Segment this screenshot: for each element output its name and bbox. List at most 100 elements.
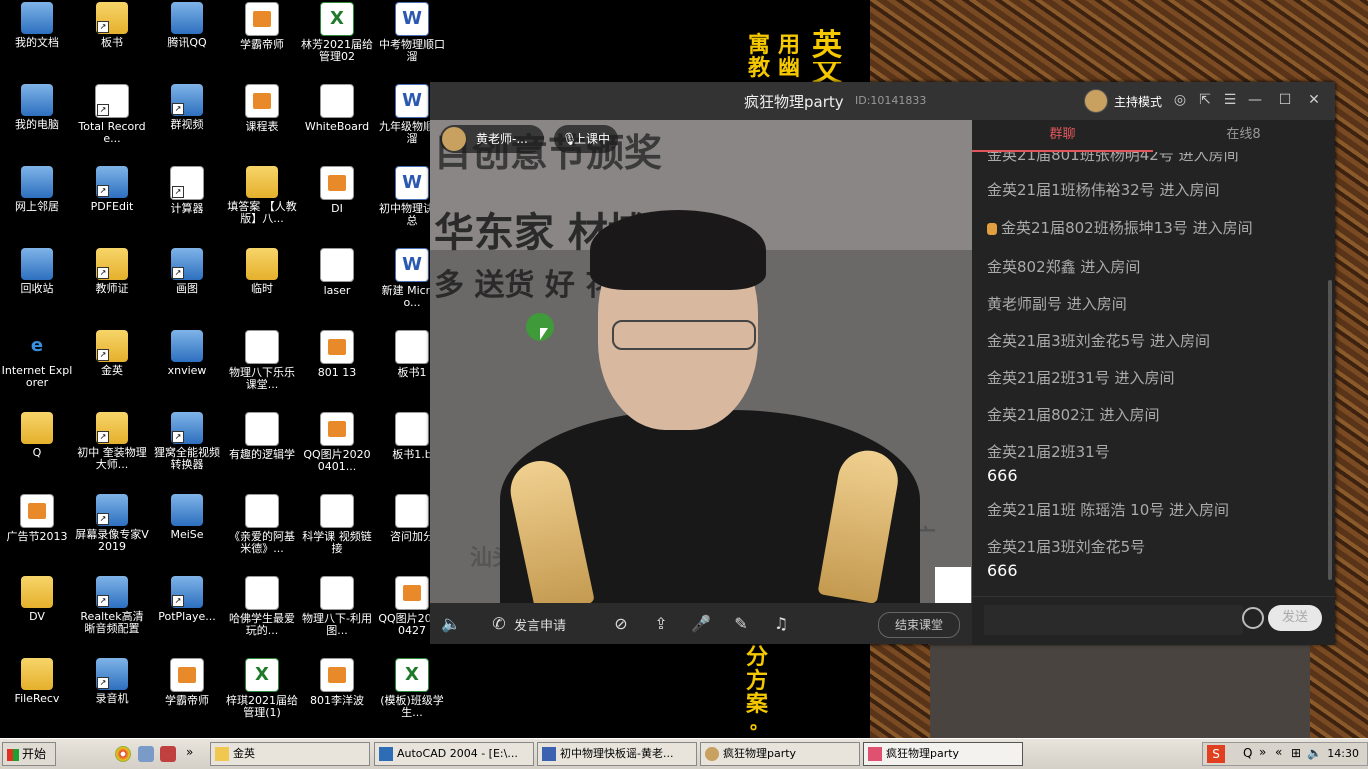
desktop-icon[interactable]: 学霸帝师 [225,2,299,51]
desktop-icon[interactable]: MeiSe [150,494,224,541]
music-icon[interactable]: ♫ [770,613,792,635]
teacher-video: 目创意节颁奖 华东家 材博览 多 送货 好 花钱省 汕头 华文广 黄老师-...… [430,120,972,603]
task-word-doc[interactable]: 初中物理快板谣-黄老... [537,742,697,766]
notepad-icon[interactable] [138,746,154,762]
desktop-icon[interactable]: 临时 [225,248,299,295]
start-button[interactable]: 开始 [2,742,56,766]
clock[interactable]: 14:30 [1327,747,1359,760]
desktop-icon[interactable]: X (模板)班级学生... [375,658,449,719]
network-icon[interactable]: ⊞ [1291,746,1301,760]
desktop-icon[interactable]: ↗ Realtek高清晰音频配置 [75,576,149,635]
desktop-icon[interactable]: ↗ 教师证 [75,248,149,295]
media-icon[interactable] [160,746,176,762]
desktop-icon[interactable]: DI [300,166,374,215]
task-autocad[interactable]: AutoCAD 2004 - [E:\... [374,742,534,766]
camera-off-icon[interactable]: ⊘ [610,613,632,635]
desktop-icon[interactable]: ↗ 群视频 [150,84,224,131]
desktop-icon[interactable]: 我的文档 [0,2,74,49]
tray-expand-icon[interactable]: » [1259,745,1266,759]
desktop-icon[interactable]: QQ图片20200401... [300,412,374,473]
host-avatar[interactable] [1084,89,1108,113]
microphone-icon[interactable]: 🎤 [690,613,712,635]
phone-icon[interactable]: ✆ [488,613,510,635]
emoji-icon[interactable] [1242,607,1264,629]
desktop-icon[interactable]: WhiteBoard [300,84,374,133]
desktop-icon[interactable]: 哈佛学生最爱玩的... [225,576,299,637]
desktop-icon[interactable]: 腾讯QQ [150,2,224,49]
folder-icon [215,747,229,761]
teacher-name-pill[interactable]: 黄老师-... [440,125,544,153]
windows-logo-icon [7,748,19,761]
desktop-icon[interactable]: 801李洋波 [300,658,374,707]
task-live-room[interactable]: 疯狂物理party [700,742,860,766]
end-class-button[interactable]: 结束课堂 [878,612,960,638]
host-mode-label[interactable]: 主持模式 [1114,93,1162,110]
desktop-icon-label: DV [29,610,45,623]
desktop-icon[interactable]: ↗ 录音机 [75,658,149,705]
volume-icon[interactable]: 🔈 [1307,746,1322,760]
desktop-icon[interactable]: 填答案 【人教版】八... [225,166,299,225]
desktop-icon[interactable]: ↗ PDFEdit [75,166,149,213]
wallpaper-char: 。 [750,713,768,734]
autocad-icon [379,747,393,761]
desktop-icon[interactable]: 广告节2013 [0,494,74,543]
chat-scrollbar[interactable] [1328,280,1332,580]
desktop-icon[interactable]: ↗ 板书 [75,2,149,49]
desktop-icon[interactable]: 我的电脑 [0,84,74,131]
chat-message-sender: 金英21届1班 陈瑶浩 10号 进入房间 [987,501,1230,519]
settings-icon[interactable]: ◎ [1170,90,1190,110]
desktop-icon[interactable]: 有趣的逻辑学 [225,412,299,461]
speaker-icon[interactable]: 🔈 [440,613,462,635]
desktop-icon[interactable]: 科学课 视频链接 [300,494,374,555]
desktop-icon[interactable]: X 梓琪2021届给管理(1) [225,658,299,719]
desktop-icon[interactable]: 学霸帝师 [150,658,224,707]
send-button[interactable]: 发送 [1268,605,1322,631]
tray-collapse-icon[interactable]: « [1275,745,1282,759]
desktop-icon[interactable]: ↗ 屏幕录像专家V2019 [75,494,149,553]
task-live-room-active[interactable]: 疯狂物理party [863,742,1023,766]
desktop-icon-label: xnview [167,364,207,377]
chat-input[interactable] [984,605,1243,635]
desktop-icon[interactable]: 网上邻居 [0,166,74,213]
desktop-icon[interactable]: 物理八下-利用图... [300,576,374,637]
desktop-icon[interactable]: 回收站 [0,248,74,295]
desktop-icon[interactable]: ↗ 计算器 [150,166,224,215]
tray-q[interactable]: Q [1243,746,1252,760]
desktop-icon[interactable]: xnview [150,330,224,377]
apply-speak-button[interactable]: 发言申请 [514,615,566,634]
tab-group-chat[interactable]: 群聊 [972,120,1153,152]
menu-icon[interactable]: ☰ [1220,90,1240,110]
chrome-icon[interactable] [115,746,131,762]
quicklaunch-more-icon[interactable]: » [186,745,193,759]
desktop-icon[interactable]: ↗ 初中 奎装物理大师... [75,412,149,471]
tab-online[interactable]: 在线8 [1153,120,1334,150]
minimize-icon[interactable]: — [1245,90,1265,110]
desktop-icon[interactable]: DV [0,576,74,623]
task-folder-jinying[interactable]: 金英 [210,742,370,766]
desktop-icon[interactable]: Q [0,412,74,459]
desktop-icon[interactable]: ↗ 狸窝全能视频转换器 [150,412,224,471]
title-bar[interactable]: 疯狂物理party ID:10141833 主持模式 ◎ ⇱ ☰ — ☐ ✕ [430,82,1335,120]
desktop-icon[interactable]: ↗ 画图 [150,248,224,295]
desktop-icon[interactable]: laser [300,248,374,297]
desktop-icon[interactable]: e Internet Explorer [0,330,74,389]
desktop-icon[interactable]: ↗ Total Recorde... [75,84,149,145]
desktop-icon[interactable]: FileRecv [0,658,74,705]
desktop-icon-label: WhiteBoard [304,120,370,133]
maximize-icon[interactable]: ☐ [1275,90,1295,110]
desktop-icon[interactable]: 课程表 [225,84,299,133]
chat-message: 金英21届1班杨伟裕32号 进入房间 [987,179,1220,200]
screen-share-icon[interactable]: ⇪ [650,613,672,635]
desktop-icon[interactable]: W 中考物理顺口溜 [375,2,449,63]
input-method-icon[interactable]: S [1207,745,1225,763]
whiteboard-icon[interactable]: ✎ [730,613,752,635]
desktop-icon[interactable]: ↗ PotPlaye... [150,576,224,623]
desktop-icon[interactable]: 物理八下乐乐课堂... [225,330,299,391]
desktop-icon[interactable]: 801 13 [300,330,374,379]
chat-message-list[interactable]: 金英21届801班张杨明42号 进入房间 金英21届1班杨伟裕32号 进入房间 金英… [972,152,1327,592]
desktop-icon[interactable]: ↗ 金英 [75,330,149,377]
close-icon[interactable]: ✕ [1304,90,1324,110]
desktop-icon[interactable]: 《亲爱的阿基米德》... [225,494,299,555]
share-icon[interactable]: ⇱ [1195,90,1215,110]
desktop-icon[interactable]: X 林芳2021届给管理02 [300,2,374,63]
